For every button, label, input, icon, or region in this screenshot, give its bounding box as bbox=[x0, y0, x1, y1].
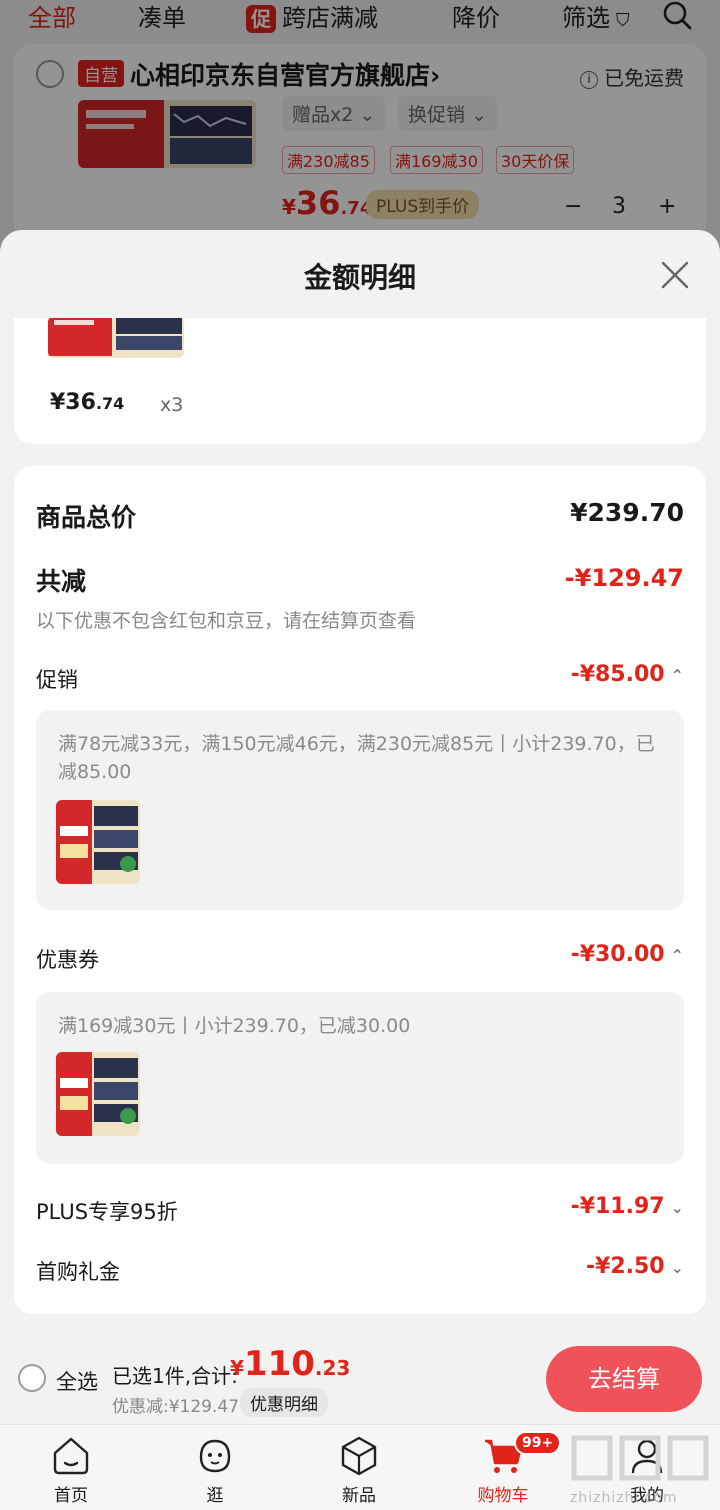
price-breakdown-card: 商品总价 ¥239.70 共减 -¥129.47 以下优惠不包含红包和京豆，请在… bbox=[14, 466, 706, 1314]
item-price-decimal: .74 bbox=[95, 394, 125, 413]
chevron-down-icon: ⌄ bbox=[670, 1198, 684, 1217]
total-currency: ¥ bbox=[230, 1356, 244, 1380]
browse-face-icon bbox=[199, 1439, 231, 1473]
item-image bbox=[48, 318, 184, 358]
saved-amount: 优惠减:¥129.47 bbox=[112, 1397, 240, 1417]
reduction-note: 以下优惠不包含红包和京豆，请在结算页查看 bbox=[36, 610, 417, 632]
coupon-value: -¥30.00 bbox=[570, 942, 665, 967]
product-photo bbox=[56, 800, 140, 884]
first-purchase-value-wrap: -¥2.50 ⌄ bbox=[586, 1254, 684, 1279]
coupon-detail-text: 满169减30元丨小计239.70，已减30.00 bbox=[58, 1015, 411, 1037]
tab-cart[interactable]: 99+ 购物车 bbox=[458, 1431, 562, 1506]
promotion-detail-text: 满78元减33元，满150元减46元，满230元减85元丨小计239.70，已减… bbox=[58, 733, 655, 783]
promotion-label: 促销 bbox=[36, 668, 78, 692]
sheet-title: 金额明细 bbox=[303, 261, 416, 294]
first-purchase-value: -¥2.50 bbox=[585, 1254, 665, 1279]
chevron-up-icon: ⌃ bbox=[670, 946, 684, 965]
chevron-down-icon: ⌄ bbox=[670, 1258, 684, 1277]
plus-discount-label: PLUS专享95折 bbox=[36, 1200, 178, 1224]
tab-new-label: 新品 bbox=[342, 1486, 376, 1506]
tab-home-label: 首页 bbox=[54, 1486, 88, 1506]
promotion-value: -¥85.00 bbox=[570, 662, 665, 687]
tab-new[interactable]: 新品 bbox=[314, 1433, 404, 1506]
goods-total-label: 商品总价 bbox=[36, 503, 137, 532]
item-summary-card: ¥36.74 x3 bbox=[14, 318, 706, 444]
home-icon bbox=[53, 1437, 89, 1475]
total-reduction-value: -¥129.47 bbox=[564, 564, 684, 592]
total-integer: 110 bbox=[243, 1344, 315, 1384]
amount-detail-sheet: 金额明细 ¥36.74 x3 商品总价 ¥239.70 共减 -¥129.47 … bbox=[0, 230, 720, 1336]
select-all-label[interactable]: 全选 bbox=[56, 1366, 98, 1396]
coupon-label: 优惠券 bbox=[36, 948, 99, 972]
tab-cart-label: 购物车 bbox=[477, 1486, 529, 1506]
close-icon[interactable] bbox=[660, 260, 690, 290]
watermark-text: zhizhizhi.com bbox=[570, 1490, 678, 1506]
cart-total: ¥110.23 bbox=[230, 1344, 350, 1384]
tab-browse[interactable]: 逛 bbox=[170, 1433, 260, 1506]
coupon-product-image bbox=[56, 1052, 140, 1136]
select-all-checkbox[interactable] bbox=[18, 1364, 46, 1392]
total-reduction-label: 共减 bbox=[36, 567, 87, 596]
first-purchase-label: 首购礼金 bbox=[36, 1260, 120, 1284]
tab-home[interactable]: 首页 bbox=[26, 1433, 116, 1506]
plus-discount-value: -¥11.97 bbox=[570, 1194, 665, 1219]
discount-detail-button[interactable]: 优惠明细 bbox=[240, 1388, 328, 1417]
selected-count: 已选1件,合计: bbox=[112, 1364, 238, 1388]
tab-browse-label: 逛 bbox=[206, 1486, 224, 1506]
promotion-value-wrap: -¥85.00 ⌃ bbox=[571, 662, 684, 687]
coupon-detail-box: 满169减30元丨小计239.70，已减30.00 bbox=[36, 992, 684, 1164]
checkout-button[interactable]: 去结算 bbox=[546, 1346, 702, 1412]
plus-discount-value-wrap: -¥11.97 ⌄ bbox=[571, 1194, 684, 1219]
coupon-value-wrap: -¥30.00 ⌃ bbox=[571, 942, 684, 967]
total-decimal: .23 bbox=[314, 1356, 351, 1380]
promotion-product-image bbox=[56, 800, 140, 884]
product-photo bbox=[56, 1052, 140, 1136]
item-price-integer: ¥36 bbox=[50, 390, 96, 415]
promotion-detail-box: 满78元减33元，满150元减46元，满230元减85元丨小计239.70，已减… bbox=[36, 710, 684, 910]
item-quantity: x3 bbox=[160, 394, 184, 416]
box-icon bbox=[341, 1436, 377, 1476]
checkout-bar: 全选 已选1件,合计: ¥110.23 优惠减:¥129.47 优惠明细 去结算 bbox=[0, 1336, 720, 1424]
goods-total-value: ¥239.70 bbox=[570, 498, 684, 527]
chevron-up-icon: ⌃ bbox=[670, 666, 684, 685]
cart-count-badge: 99+ bbox=[514, 1431, 562, 1455]
item-unit-price: ¥36.74 bbox=[50, 390, 124, 415]
product-photo bbox=[48, 318, 184, 358]
